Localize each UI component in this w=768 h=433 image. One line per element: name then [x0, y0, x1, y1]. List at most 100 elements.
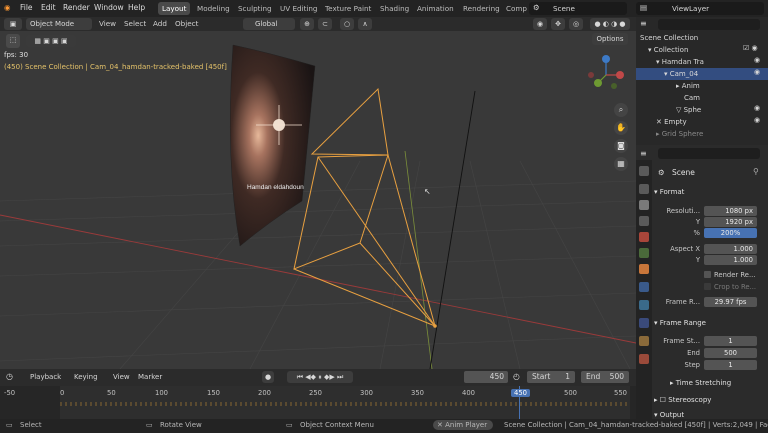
- menu-edit[interactable]: Edit: [41, 3, 56, 12]
- section-format[interactable]: ▾ Format: [654, 186, 764, 198]
- tab-layout[interactable]: Layout: [158, 2, 191, 15]
- options-button[interactable]: Options: [592, 33, 628, 45]
- editor-type-button[interactable]: ▣: [4, 18, 22, 30]
- record-icon[interactable]: ●: [262, 371, 274, 383]
- select-tool-icon[interactable]: ⬚: [6, 34, 20, 48]
- menu-view[interactable]: View: [99, 19, 116, 28]
- outliner-search-input[interactable]: [658, 19, 760, 30]
- menu-object[interactable]: Object: [175, 19, 198, 28]
- eye-icon[interactable]: ◉: [754, 116, 760, 124]
- camera-view-icon[interactable]: ◙: [614, 139, 628, 153]
- current-frame-field[interactable]: 450: [464, 371, 508, 383]
- res-x-field[interactable]: 1080 px: [704, 206, 757, 216]
- scene-selector[interactable]: ⚙ Scene: [529, 2, 627, 15]
- blender-logo-icon[interactable]: ◉: [4, 3, 11, 12]
- eye-icon[interactable]: ☑ ◉: [743, 44, 758, 52]
- constraints-tab-icon[interactable]: [639, 318, 649, 328]
- eye-icon[interactable]: ◉: [754, 56, 760, 64]
- tab-uv-editing[interactable]: UV Editing: [276, 2, 322, 15]
- 3d-viewport[interactable]: ↖ Hamdan eldahdoun fps: 30 (450) Scene C…: [0, 31, 636, 369]
- pin-icon[interactable]: ⚲: [753, 167, 759, 176]
- gizmo-icon[interactable]: ✥: [551, 18, 565, 30]
- tab-sculpting[interactable]: Sculpting: [234, 2, 276, 15]
- render-region-checkbox[interactable]: [704, 271, 711, 278]
- playback-controls[interactable]: ⏮ ◀◆ ⏸ ◆▶ ⏭: [287, 371, 353, 383]
- shading-modes[interactable]: ● ◐ ◑ ●: [590, 18, 630, 30]
- object-tab-icon[interactable]: [639, 264, 649, 274]
- res-y-field[interactable]: 1920 px: [704, 217, 757, 227]
- cursor-icon: ↖: [424, 187, 431, 196]
- render-tab-icon[interactable]: [639, 184, 649, 194]
- menu-marker[interactable]: Marker: [138, 373, 162, 381]
- view-layer-selector[interactable]: ▤ ViewLayer: [636, 2, 764, 15]
- end-frame-field[interactable]: End 500: [581, 371, 629, 383]
- world-tab-icon[interactable]: [639, 248, 649, 258]
- zoom-icon[interactable]: ⌕: [614, 103, 628, 117]
- navigation-gizmo[interactable]: [586, 53, 626, 93]
- menu-window[interactable]: Window: [94, 3, 124, 12]
- menu-help[interactable]: Help: [128, 3, 145, 12]
- eye-icon[interactable]: ◉: [754, 68, 760, 76]
- menu-render[interactable]: Render: [63, 3, 90, 12]
- tab-rendering[interactable]: Rendering: [459, 2, 504, 15]
- section-frame-range[interactable]: ▾ Frame Range: [654, 317, 764, 329]
- menu-playback[interactable]: Playback: [30, 373, 61, 381]
- grid-perspective-icon[interactable]: ▦: [614, 157, 628, 171]
- menu-file[interactable]: File: [20, 3, 33, 12]
- tab-modeling[interactable]: Modeling: [193, 2, 234, 15]
- outliner-row-grid-sphere[interactable]: ▸ Grid Sphere: [636, 128, 768, 140]
- frame-rate-dropdown[interactable]: 29.97 fps: [704, 297, 757, 307]
- timeline-editor-icon[interactable]: ◷: [6, 372, 13, 381]
- start-frame-field[interactable]: Start 1: [527, 371, 575, 383]
- modifier-tab-icon[interactable]: [639, 282, 649, 292]
- properties-search-input[interactable]: [658, 148, 760, 159]
- proportional-icon[interactable]: ○: [340, 18, 354, 30]
- outliner-row-sphere[interactable]: ▽ Sphe: [636, 104, 768, 116]
- aspect-y-field[interactable]: 1.000: [704, 255, 757, 265]
- section-stereoscopy[interactable]: ▸ ☐ Stereoscopy: [654, 394, 764, 406]
- outliner-row-cam04[interactable]: ▾ Cam_04: [636, 68, 768, 80]
- frame-start-field[interactable]: 1: [704, 336, 757, 346]
- eye-icon[interactable]: ◉: [754, 104, 760, 112]
- magnet-icon[interactable]: ⊂: [318, 18, 332, 30]
- select-mode-icons[interactable]: ▦ ▣ ▣ ▣: [26, 35, 76, 47]
- aspect-x-field[interactable]: 1.000: [704, 244, 757, 254]
- outliner-row-hamdan[interactable]: ▾ Hamdan Tra: [636, 56, 768, 68]
- outliner-row-anim[interactable]: ▸ Anim: [636, 80, 768, 92]
- overlay-icon[interactable]: ◎: [569, 18, 583, 30]
- playhead-frame-label[interactable]: 450: [511, 389, 530, 397]
- outliner-row-cam[interactable]: Cam: [636, 92, 768, 104]
- output-tab-icon[interactable]: [639, 200, 649, 210]
- menu-select[interactable]: Select: [124, 19, 146, 28]
- properties-editor-icon[interactable]: ≡: [640, 149, 647, 158]
- pan-hand-icon[interactable]: ✋: [614, 121, 628, 135]
- tab-animation[interactable]: Animation: [413, 2, 458, 15]
- menu-keying[interactable]: Keying: [74, 373, 98, 381]
- tab-texture-paint[interactable]: Texture Paint: [321, 2, 375, 15]
- view-layer-tab-icon[interactable]: [639, 216, 649, 226]
- res-percent-field[interactable]: 200%: [704, 228, 757, 238]
- anim-player-badge[interactable]: ✕ Anim Player: [433, 420, 494, 430]
- tool-tab-icon[interactable]: [639, 166, 649, 176]
- scene-tab-icon[interactable]: [639, 232, 649, 242]
- tab-shading[interactable]: Shading: [376, 2, 413, 15]
- physics-tab-icon[interactable]: [639, 300, 649, 310]
- menu-view-timeline[interactable]: View: [113, 373, 130, 381]
- falloff-icon[interactable]: ∧: [358, 18, 372, 30]
- data-tab-icon[interactable]: [639, 336, 649, 346]
- outliner-row-scene-collection[interactable]: Scene Collection: [636, 32, 768, 44]
- orientation-dropdown[interactable]: Global: [243, 18, 295, 30]
- section-time-stretching[interactable]: ▸ Time Stretching: [654, 377, 764, 389]
- visibility-icon[interactable]: ◉: [533, 18, 547, 30]
- tab-compositing[interactable]: Comp: [502, 2, 531, 15]
- outliner-editor-icon[interactable]: ≡: [640, 19, 647, 28]
- snap-icon[interactable]: ⊕: [300, 18, 314, 30]
- outliner-row-empty[interactable]: ✕ Empty: [636, 116, 768, 128]
- frame-end-field[interactable]: 500: [704, 348, 757, 358]
- step-field[interactable]: 1: [704, 360, 757, 370]
- status-select: Select: [20, 421, 42, 429]
- menu-add[interactable]: Add: [153, 19, 167, 28]
- crop-checkbox[interactable]: [704, 283, 711, 290]
- texture-tab-icon[interactable]: [639, 354, 649, 364]
- mode-dropdown[interactable]: Object Mode: [26, 18, 92, 30]
